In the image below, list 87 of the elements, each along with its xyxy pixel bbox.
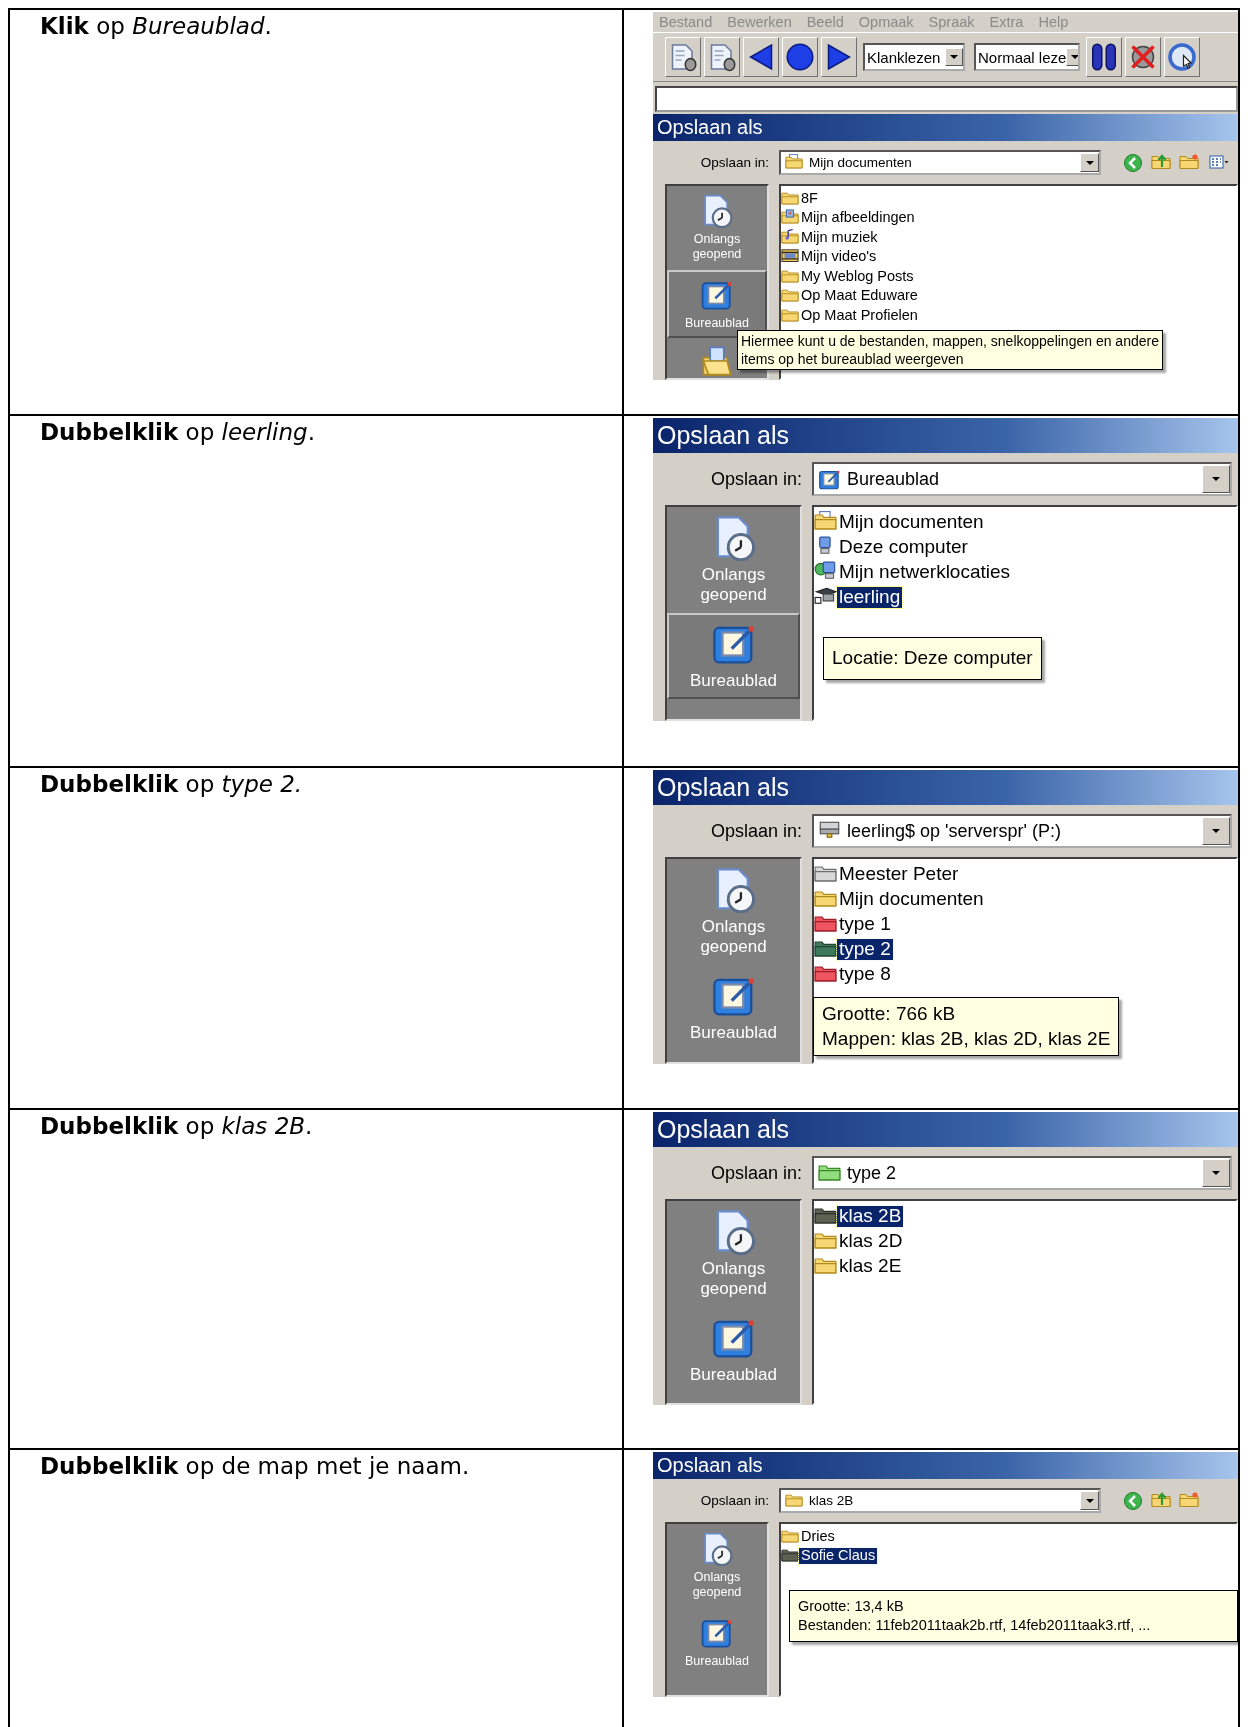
location-label: Opslaan in: <box>699 155 769 170</box>
places-item[interactable]: Onlangs geopend <box>667 186 767 270</box>
places-item[interactable]: Bureaublad <box>667 965 800 1052</box>
file-item[interactable]: Dries <box>781 1527 1236 1547</box>
toolbar-dropdown[interactable]: Klanklezen <box>863 43 965 71</box>
places-item[interactable]: Onlangs geopend <box>667 1201 800 1308</box>
toolbar-dropdown[interactable]: Normaal leze <box>974 43 1080 71</box>
tooltip-text: Locatie: Deze computer <box>832 646 1033 670</box>
stop-icon <box>785 42 815 72</box>
instruction-text: Dubbelklik op type 2. <box>40 770 304 799</box>
toolbar-button[interactable] <box>782 37 818 77</box>
dropdown-arrow-button[interactable] <box>1202 465 1230 493</box>
location-dropdown[interactable]: klas 2B <box>779 1488 1101 1513</box>
music-folder-icon <box>781 228 799 247</box>
places-item[interactable]: Onlangs geopend <box>667 1524 767 1608</box>
file-item[interactable]: type 1 <box>814 912 1236 937</box>
tooltip-text: items op het bureaublad weergeven <box>741 350 965 369</box>
location-dropdown[interactable]: Bureaublad <box>812 462 1232 496</box>
file-item[interactable]: Mijn video's <box>781 247 1236 267</box>
location-label: Opslaan in: <box>709 820 802 842</box>
location-label: Opslaan in: <box>699 1493 769 1508</box>
caret-icon <box>1084 159 1095 166</box>
window-title: Opslaan als <box>657 1454 763 1477</box>
location-label: Opslaan in: <box>709 468 802 490</box>
dropdown-arrow-button[interactable] <box>1080 1491 1099 1510</box>
caret-icon <box>1084 1497 1095 1504</box>
file-item[interactable]: Sofie Claus <box>781 1546 1236 1566</box>
file-item[interactable]: type 2 <box>814 937 1236 962</box>
places-item[interactable]: Bureaublad <box>667 613 800 700</box>
instruction-text: Dubbelklik op klas 2B. <box>40 1112 314 1141</box>
file-item[interactable]: leerling <box>814 585 1236 610</box>
pause-icon <box>1089 42 1119 72</box>
file-item[interactable]: Op Maat Profielen <box>781 306 1236 326</box>
location-dropdown[interactable]: leerling$ op 'serverspr' (P:) <box>812 814 1232 848</box>
file-item[interactable]: Op Maat Eduware <box>781 286 1236 306</box>
toolbar-button[interactable] <box>704 37 740 77</box>
file-item[interactable]: My Weblog Posts <box>781 267 1236 287</box>
tooltip-text: Bestanden: 11feb2011taak2b.rtf, 14feb2011taak3.rtf, ... <box>798 1615 1152 1635</box>
file-item[interactable]: klas 2B <box>814 1204 1236 1229</box>
toolbar-button[interactable] <box>821 37 857 77</box>
window-title: Opslaan als <box>657 421 790 450</box>
dropdown-arrow-button[interactable] <box>1202 1159 1230 1187</box>
caret-icon <box>949 54 959 60</box>
file-item[interactable]: 8F <box>781 189 1236 209</box>
file-item[interactable]: Mijn muziek <box>781 228 1236 248</box>
places-item[interactable]: Bureaublad <box>667 1307 800 1394</box>
places-item[interactable]: Bureaublad <box>667 1607 767 1677</box>
location-label: Opslaan in: <box>709 1162 802 1184</box>
caret-icon <box>1211 828 1221 834</box>
file-item[interactable]: Meester Peter <box>814 862 1236 887</box>
toolbar-button[interactable] <box>1125 37 1161 77</box>
text-field[interactable] <box>655 86 1238 112</box>
places-item[interactable]: Onlangs geopend <box>667 507 800 614</box>
window-title: Opslaan als <box>657 116 763 139</box>
dropdown-arrow-button[interactable] <box>1080 153 1099 172</box>
file-item[interactable]: klas 2E <box>814 1254 1236 1279</box>
instruction-text: Klik op Bureaublad. <box>40 12 273 41</box>
toolbar-button[interactable] <box>665 37 701 77</box>
location-dropdown[interactable]: Mijn documenten <box>779 150 1101 175</box>
instruction-text: Dubbelklik op de map met je naam. <box>40 1452 471 1481</box>
caret-icon <box>1070 54 1078 60</box>
places-item[interactable]: Onlangs geopend <box>667 859 800 966</box>
window-title: Opslaan als <box>657 1115 790 1144</box>
caret-icon <box>1211 476 1221 482</box>
caret-icon <box>1211 1170 1221 1176</box>
instruction-text: Dubbelklik op leerling. <box>40 418 316 447</box>
clock-icon <box>1167 42 1197 72</box>
file-item[interactable]: Mijn netwerklocaties <box>814 560 1236 585</box>
documents-folder-icon <box>785 153 803 172</box>
file-item[interactable]: Mijn documenten <box>814 887 1236 912</box>
dropdown-arrow-button[interactable] <box>1202 817 1230 845</box>
tooltip-text: Mappen: klas 2B, klas 2D, klas 2E <box>822 1026 1111 1051</box>
toolbar-button[interactable] <box>1086 37 1122 77</box>
window-title: Opslaan als <box>657 773 790 802</box>
tooltip-text: Grootte: 766 kB <box>822 1002 957 1026</box>
toolbar-button[interactable] <box>743 37 779 77</box>
file-item[interactable]: Deze computer <box>814 535 1236 560</box>
back-icon[interactable] <box>1123 152 1143 173</box>
location-dropdown[interactable]: type 2 <box>812 1156 1232 1190</box>
tooltip-text: Grootte: 13,4 kB <box>798 1597 905 1616</box>
file-item[interactable]: Mijn afbeeldingen <box>781 208 1236 228</box>
file-item[interactable]: klas 2D <box>814 1229 1236 1254</box>
back-icon[interactable] <box>1123 1490 1143 1511</box>
toolbar-button[interactable] <box>1164 37 1200 77</box>
file-item[interactable]: Mijn documenten <box>814 510 1236 535</box>
dropdown-arrow-button[interactable] <box>945 48 963 66</box>
file-item[interactable]: type 8 <box>814 962 1236 987</box>
